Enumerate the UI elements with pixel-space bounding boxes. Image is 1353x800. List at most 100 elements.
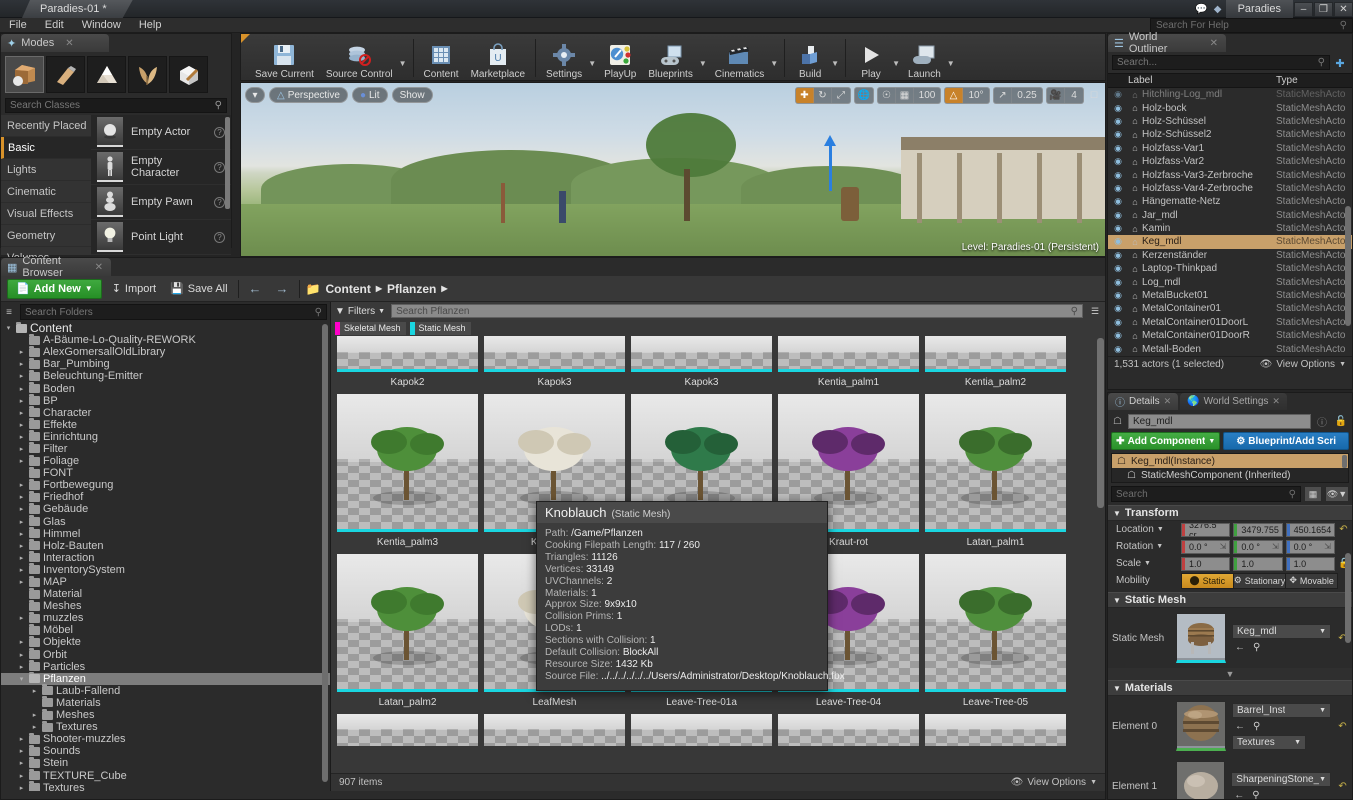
outliner-row[interactable]: ◉ ⌂ Holzfass-Var4-Zerbroche StaticMeshActo [1108, 182, 1352, 195]
component-row-instance[interactable]: ☖ Keg_mdl(Instance) [1112, 454, 1348, 468]
tree-node[interactable]: ▸ InventorySystem [1, 563, 330, 576]
use-selected-asset-icon[interactable]: ← [1234, 790, 1244, 800]
tree-node[interactable]: ▸ Beleuchtung-Emitter [1, 369, 330, 382]
help-icon[interactable]: ? [214, 161, 225, 173]
tree-node[interactable]: ▸ Effekte [1, 418, 330, 431]
scale-snap-icon[interactable]: ↗ [994, 88, 1012, 103]
close-icon[interactable]: ✕ [1210, 38, 1218, 49]
eye-icon[interactable]: ◉ [1108, 89, 1128, 100]
scale-x-field[interactable]: 1.0 [1181, 556, 1231, 571]
tab-details[interactable]: ⓘ Details ✕ [1108, 393, 1179, 410]
settings-button[interactable]: Settings [540, 36, 588, 80]
rotate-tool-icon[interactable]: ↻ [814, 88, 832, 103]
outliner-row[interactable]: ◉ ⌂ Holz-Schüssel2 StaticMeshActo [1108, 128, 1352, 141]
reset-material-0-icon[interactable]: ↶ [1337, 721, 1348, 732]
eye-icon[interactable]: ◉ [1108, 103, 1128, 114]
tree-node[interactable]: Meshes [1, 599, 330, 612]
folder-tree[interactable]: ▾ Content A-Bäume-Lo-Quality-REWORK ▸ AlexGo… [1, 322, 330, 791]
marketplace-button[interactable]: U Marketplace [465, 36, 531, 80]
scrollbar[interactable] [225, 117, 230, 209]
tree-node[interactable]: ▸ Gebäude [1, 502, 330, 515]
eye-icon[interactable]: ◉ [1108, 236, 1128, 247]
cinematics-dropdown-icon[interactable]: ▼ [770, 59, 778, 68]
scrollbar[interactable] [1342, 455, 1347, 468]
asset-tile[interactable] [925, 714, 1066, 768]
tree-node[interactable]: ▸ Himmel [1, 527, 330, 540]
outliner-row[interactable]: ◉ ⌂ Log_mdl StaticMeshActo [1108, 275, 1352, 288]
asset-tile[interactable] [337, 714, 478, 768]
tree-node[interactable]: ▸ Einrichtung [1, 430, 330, 443]
scale-y-field[interactable]: 1.0 [1233, 556, 1283, 571]
scale-tool-icon[interactable]: ⤢ [832, 88, 850, 103]
outliner-row[interactable]: ◉ ⌂ Laptop-Thinkpad StaticMeshActo [1108, 262, 1352, 275]
outliner-row[interactable]: ◉ ⌂ Kamin StaticMeshActo [1108, 222, 1352, 235]
collapsed-arrow-icon[interactable]: ▸ [17, 372, 26, 380]
tree-node[interactable]: ▸ Boden [1, 382, 330, 395]
eye-icon[interactable]: ◉ [1108, 129, 1128, 140]
view-options-button[interactable]: 👁 View Options ▼ [1011, 777, 1097, 788]
tree-node[interactable]: ▸ Objekte [1, 635, 330, 648]
modes-tab[interactable]: ✦ Modes ✕ [1, 34, 109, 52]
camera-speed-value[interactable]: 4 [1065, 88, 1083, 103]
material-0-combo[interactable]: Barrel_Inst ▼ [1232, 702, 1331, 718]
angle-snap-icon[interactable]: △ [945, 88, 963, 103]
mobility-static-button[interactable]: ⬤ Static [1182, 573, 1234, 588]
playup-button[interactable]: PlayUp [598, 36, 642, 80]
tree-node[interactable]: ▸ Character [1, 406, 330, 419]
section-materials[interactable]: ▼ Materials [1108, 680, 1352, 696]
asset-tile[interactable] [484, 714, 625, 768]
tree-node[interactable]: ▸ Bar_Pumbing [1, 357, 330, 370]
material-1-thumbnail[interactable] [1175, 761, 1226, 799]
tab-world-settings[interactable]: 🌎 World Settings ✕ [1180, 393, 1287, 410]
eye-icon[interactable]: ◉ [1108, 116, 1128, 127]
play-button[interactable]: Play [850, 36, 892, 80]
eye-icon[interactable]: ◉ [1108, 303, 1128, 314]
asset-tile[interactable] [631, 714, 772, 768]
source-control-button[interactable]: Source Control [320, 36, 399, 80]
reset-location-icon[interactable]: ↶ [1338, 524, 1349, 535]
collapsed-arrow-icon[interactable]: ▸ [17, 651, 26, 659]
collapsed-arrow-icon[interactable]: ▸ [30, 723, 39, 731]
mobility-stationary-button[interactable]: ⚙ Stationary [1233, 573, 1287, 588]
chevron-down-icon[interactable]: ▼ [1144, 560, 1151, 567]
eye-icon[interactable]: ◉ [1108, 317, 1128, 328]
camera-speed-icon[interactable]: 🎥 [1047, 88, 1065, 103]
tree-node[interactable]: ▸ MAP [1, 575, 330, 588]
outliner-row[interactable]: ◉ ⌂ Holz-bock StaticMeshActo [1108, 101, 1352, 114]
collapsed-arrow-icon[interactable]: ▸ [17, 360, 26, 368]
asset-tile[interactable]: Latan_palm2 [337, 554, 478, 714]
collapsed-arrow-icon[interactable]: ▸ [17, 493, 26, 501]
collapsed-arrow-icon[interactable]: ▸ [17, 578, 26, 586]
asset-thumbnail[interactable] [778, 336, 919, 372]
eye-icon[interactable]: ◉ [1108, 196, 1128, 207]
help-icon[interactable]: ⓘ [1315, 414, 1329, 429]
tree-node[interactable]: ▸ Textures [1, 781, 330, 791]
collapsed-arrow-icon[interactable]: ▸ [17, 566, 26, 574]
expanded-arrow-icon[interactable]: ▾ [17, 675, 26, 683]
scale-snap-value[interactable]: 0.25 [1012, 88, 1042, 103]
outliner-row[interactable]: ◉ ⌂ MetalContainer01DoorR StaticMeshActo [1108, 329, 1352, 342]
angle-snap-value[interactable]: 10° [963, 88, 989, 103]
filters-button[interactable]: ▼ Filters ▼ [335, 306, 385, 317]
collapsed-arrow-icon[interactable]: ▸ [17, 397, 26, 405]
play-dropdown-icon[interactable]: ▼ [892, 59, 900, 68]
folder-search-input[interactable]: Search Folders ⚲ [20, 304, 327, 320]
grid-snap-icon[interactable]: ▦ [896, 88, 914, 103]
tree-node[interactable]: ▸ Filter [1, 442, 330, 455]
collapsed-arrow-icon[interactable]: ▸ [17, 638, 26, 646]
menu-item-file[interactable]: File [0, 18, 36, 33]
help-icon[interactable]: ? [214, 231, 225, 243]
lock-icon[interactable]: 🔓 [1333, 416, 1349, 427]
tree-node[interactable]: ▸ Foliage [1, 454, 330, 467]
collapsed-arrow-icon[interactable]: ▸ [17, 348, 26, 356]
outliner-row[interactable]: ◉ ⌂ Hängematte-Netz StaticMeshActo [1108, 195, 1352, 208]
tree-node[interactable]: ▾ Pflanzen [1, 672, 330, 685]
collapsed-arrow-icon[interactable]: ▸ [17, 530, 26, 538]
asset-tile[interactable] [778, 714, 919, 768]
help-icon[interactable]: ? [214, 126, 225, 138]
asset-tile[interactable]: Kentia_palm1 [778, 336, 919, 394]
maximize-button[interactable]: ❐ [1314, 1, 1333, 17]
list-item[interactable]: Empty Pawn ? [91, 185, 231, 220]
tree-node[interactable]: ▸ Laub-Fallend [1, 684, 330, 697]
eye-icon[interactable]: ◉ [1108, 156, 1128, 167]
